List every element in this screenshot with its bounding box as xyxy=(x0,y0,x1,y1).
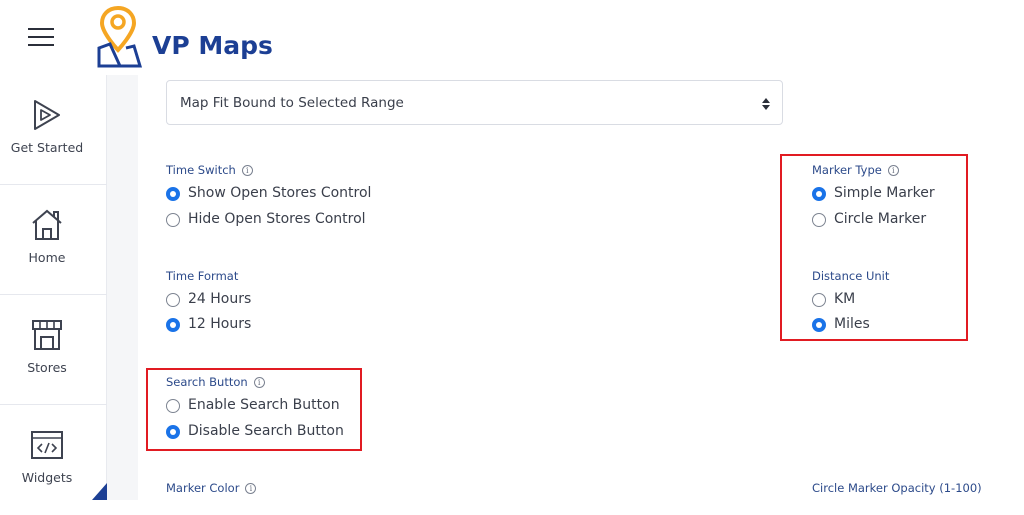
radio-dot xyxy=(166,187,180,201)
hamburger-icon[interactable] xyxy=(28,28,54,46)
marker-color-label: Marker Color i xyxy=(166,481,257,495)
sidebar-item-label: Stores xyxy=(27,360,67,375)
sidebar-item-stores[interactable]: Stores xyxy=(0,295,107,405)
app-logo[interactable]: W VP Maps xyxy=(96,4,273,68)
time-switch-label: Time Switch i xyxy=(166,163,253,177)
sidebar-item-widgets[interactable]: Widgets xyxy=(0,405,107,515)
map-fit-select-value: Map Fit Bound to Selected Range xyxy=(180,95,404,111)
time-format-label: Time Format xyxy=(166,269,239,283)
map-fit-select[interactable]: Map Fit Bound to Selected Range xyxy=(166,80,783,125)
radio-dot xyxy=(166,399,180,413)
sidebar: Get Started Home Stores Widgets xyxy=(0,75,107,500)
sidebar-item-label: Home xyxy=(28,250,66,265)
radio-dot xyxy=(166,293,180,307)
marker-type-label: Marker Type i xyxy=(812,163,899,177)
search-button-label: Search Button i xyxy=(166,375,265,389)
radio-dot xyxy=(812,187,826,201)
info-icon[interactable]: i xyxy=(253,377,265,388)
top-bar: W VP Maps xyxy=(0,0,1024,75)
radio-dot xyxy=(166,213,180,227)
info-icon[interactable]: i xyxy=(887,165,899,176)
code-window-icon xyxy=(31,431,63,459)
info-icon[interactable]: i xyxy=(241,165,253,176)
circle-marker-opacity-label: Circle Marker Opacity (1-100) xyxy=(812,481,982,495)
play-icon xyxy=(34,100,60,130)
sidebar-item-label: Get Started xyxy=(10,140,84,155)
store-icon xyxy=(32,320,62,350)
radio-dot xyxy=(166,318,180,332)
home-icon xyxy=(32,209,62,240)
sidebar-item-home[interactable]: Home xyxy=(0,185,107,295)
distance-unit-label: Distance Unit xyxy=(812,269,890,283)
map-pin-logo-icon xyxy=(97,5,143,68)
radio-dot xyxy=(812,318,826,332)
marker-settings-highlight-box xyxy=(780,154,968,341)
logo-text: VP Maps xyxy=(152,31,273,60)
sort-arrows-icon xyxy=(762,98,770,110)
radio-dot xyxy=(812,293,826,307)
sidebar-item-label: Widgets xyxy=(21,470,73,485)
radio-dot xyxy=(166,425,180,439)
sidebar-item-get-started[interactable]: Get Started xyxy=(0,75,107,185)
radio-dot xyxy=(812,213,826,227)
info-icon[interactable]: i xyxy=(245,483,257,494)
sidebar-corner-accent xyxy=(92,483,107,500)
